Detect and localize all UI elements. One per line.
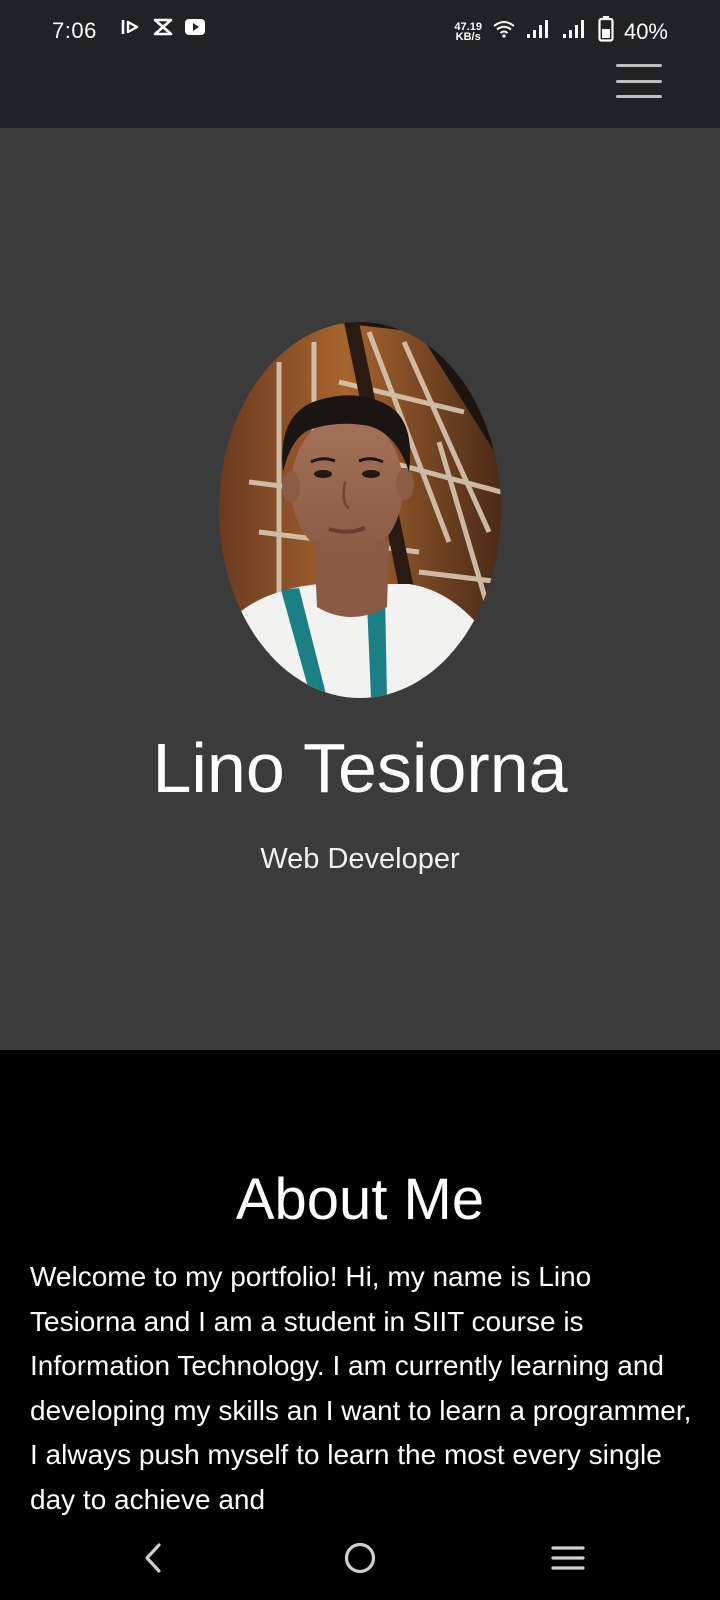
battery-icon xyxy=(598,16,614,47)
notification-icons xyxy=(120,17,206,42)
about-section: About Me Welcome to my portfolio! Hi, my… xyxy=(0,1050,720,1520)
network-speed-unit: KB/s xyxy=(455,30,481,43)
hamburger-line xyxy=(616,64,662,67)
status-right: 47.19 KB/s 40% xyxy=(454,16,668,47)
home-icon[interactable] xyxy=(335,1535,385,1581)
hamburger-line xyxy=(616,79,662,83)
network-speed-value: 47.19 xyxy=(454,20,482,33)
hamburger-line xyxy=(616,95,662,98)
status-bar: 7:06 47.19 KB/s 40% xyxy=(0,0,720,60)
capcut-icon xyxy=(152,17,174,42)
bilibili-icon xyxy=(120,17,142,42)
phone-screen: 7:06 47.19 KB/s 40% Lino Tesiorna Web De… xyxy=(0,0,720,1600)
profile-photo xyxy=(219,322,501,698)
signal-icon xyxy=(526,19,552,44)
about-text: Welcome to my portfolio! Hi, my name is … xyxy=(30,1261,692,1515)
hamburger-menu-icon[interactable] xyxy=(616,64,662,98)
network-speed: 47.19 KB/s xyxy=(454,20,482,43)
youtube-icon xyxy=(184,18,206,41)
back-icon[interactable] xyxy=(128,1535,178,1581)
system-navigation-bar xyxy=(0,1515,720,1600)
recent-apps-icon[interactable] xyxy=(543,1535,593,1581)
wifi-icon xyxy=(492,19,516,44)
signal-icon xyxy=(562,19,588,44)
hero-role: Web Developer xyxy=(260,843,460,875)
about-title: About Me xyxy=(235,1167,485,1232)
status-time: 7:06 xyxy=(52,18,97,43)
hero-section: Lino Tesiorna Web Developer xyxy=(0,128,720,1050)
site-navbar xyxy=(0,60,720,128)
hero-name: Lino Tesiorna xyxy=(152,729,568,807)
battery-percent: 40% xyxy=(623,18,668,44)
